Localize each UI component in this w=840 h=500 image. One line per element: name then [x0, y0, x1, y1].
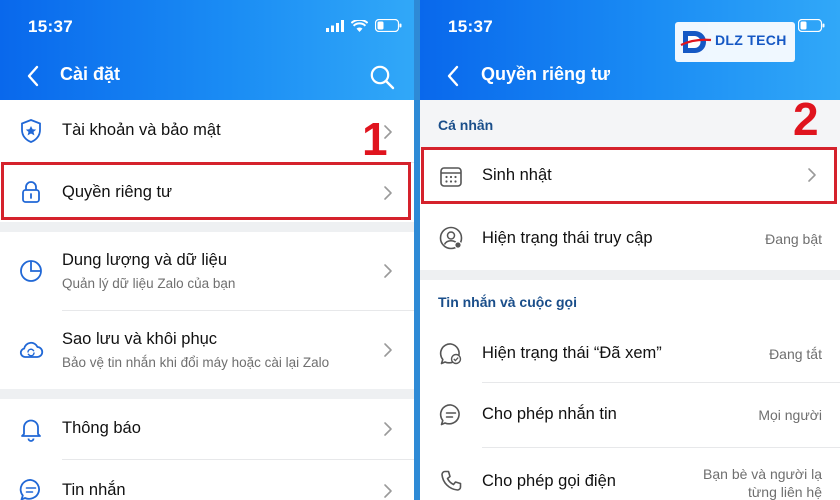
privacy-item-seen-status[interactable]: Hiện trạng thái “Đã xem” Đang tắt	[420, 324, 840, 382]
settings-item-backup[interactable]: Sao lưu và khôi phục Bảo vệ tin nhắn khi…	[0, 311, 414, 389]
privacy-item-value: Đang bật	[765, 231, 822, 247]
dlz-tech-logo: DLZ TECH	[675, 22, 795, 62]
section-title: Tin nhắn và cuộc gọi	[438, 294, 577, 310]
privacy-screen: 15:37 DLZ TECH Quyền riêng tư Cá nhân 2 …	[420, 0, 840, 500]
privacy-item-value: Đang tắt	[769, 346, 822, 362]
status-time: 15:37	[28, 17, 73, 36]
privacy-item-value: Bạn bè và người lạ từng liên hệ	[703, 465, 822, 500]
logo-text: DLZ TECH	[715, 32, 787, 48]
chevron-right-icon	[384, 264, 392, 278]
privacy-item-allow-calls[interactable]: Cho phép gọi điện Bạn bè và người lạ từn…	[420, 448, 840, 500]
settings-item-messages[interactable]: Tin nhắn	[0, 460, 414, 500]
chevron-right-icon	[384, 343, 392, 357]
privacy-item-value: Mọi người	[758, 407, 822, 423]
step-number: 2	[793, 93, 819, 145]
header-bar: 15:37 Cài đặt	[0, 0, 414, 100]
battery-icon	[375, 19, 402, 32]
privacy-item-label: Hiện trạng thái truy cập	[482, 229, 653, 247]
seen-icon	[439, 343, 462, 365]
privacy-item-allow-messages[interactable]: Cho phép nhắn tin Mọi người	[420, 383, 840, 447]
settings-screen: 15:37 Cài đặt Tài khoản và bảo mật Quyền…	[0, 0, 414, 500]
settings-item-label: Dung lượng và dữ liệu	[62, 251, 227, 269]
highlight-box	[1, 162, 411, 220]
privacy-item-value-line: từng liên hệ	[748, 484, 822, 500]
shield-icon	[21, 119, 41, 143]
status-time: 15:37	[448, 17, 493, 36]
message-icon	[439, 404, 460, 426]
chat-icon	[19, 479, 40, 500]
settings-item-subtitle: Quản lý dữ liệu Zalo của bạn	[62, 276, 236, 291]
page-title: Quyền riêng tư	[481, 64, 611, 84]
settings-item-storage[interactable]: Dung lượng và dữ liệu Quản lý dữ liệu Za…	[0, 232, 414, 310]
bell-icon	[21, 419, 41, 442]
section-gap	[420, 270, 840, 280]
section-header: Tin nhắn và cuộc gọi	[420, 280, 840, 324]
chevron-right-icon	[384, 484, 392, 498]
status-icons	[326, 19, 402, 32]
dlz-logo-mark-icon	[680, 31, 712, 53]
step-number: 1	[362, 113, 388, 165]
privacy-item-label: Hiện trạng thái “Đã xem”	[482, 344, 662, 362]
pie-chart-icon	[20, 260, 42, 282]
wifi-icon	[351, 19, 368, 32]
section-header: Cá nhân	[420, 100, 840, 150]
settings-item-label: Tin nhắn	[62, 481, 126, 499]
settings-item-subtitle: Bảo vệ tin nhắn khi đổi máy hoặc cài lại…	[62, 355, 330, 370]
page-title: Cài đặt	[60, 64, 121, 84]
status-icons	[798, 19, 825, 32]
settings-item-account-security[interactable]: Tài khoản và bảo mật	[0, 100, 414, 162]
highlight-box	[421, 147, 837, 204]
privacy-item-value-line: Bạn bè và người lạ	[703, 466, 822, 482]
settings-item-notifications[interactable]: Thông báo	[0, 399, 414, 459]
section-gap	[0, 389, 414, 399]
header-bar: 15:37 DLZ TECH Quyền riêng tư	[420, 0, 840, 100]
back-icon[interactable]	[24, 63, 44, 89]
settings-item-label: Tài khoản và bảo mật	[62, 121, 221, 139]
search-icon[interactable]	[369, 64, 395, 90]
back-icon[interactable]	[444, 63, 464, 89]
phone-icon	[441, 470, 462, 491]
privacy-item-label: Cho phép nhắn tin	[482, 405, 617, 423]
settings-item-label: Sao lưu và khôi phục	[62, 330, 218, 348]
signal-icon	[326, 19, 344, 32]
battery-icon	[798, 19, 825, 32]
user-status-icon	[439, 226, 463, 250]
section-title: Cá nhân	[438, 117, 494, 133]
chevron-right-icon	[384, 422, 392, 436]
cloud-sync-icon	[19, 341, 44, 358]
settings-item-label: Thông báo	[62, 419, 141, 437]
section-gap	[0, 222, 414, 232]
privacy-item-label: Cho phép gọi điện	[482, 472, 616, 490]
privacy-item-online-status[interactable]: Hiện trạng thái truy cập Đang bật	[420, 205, 840, 270]
